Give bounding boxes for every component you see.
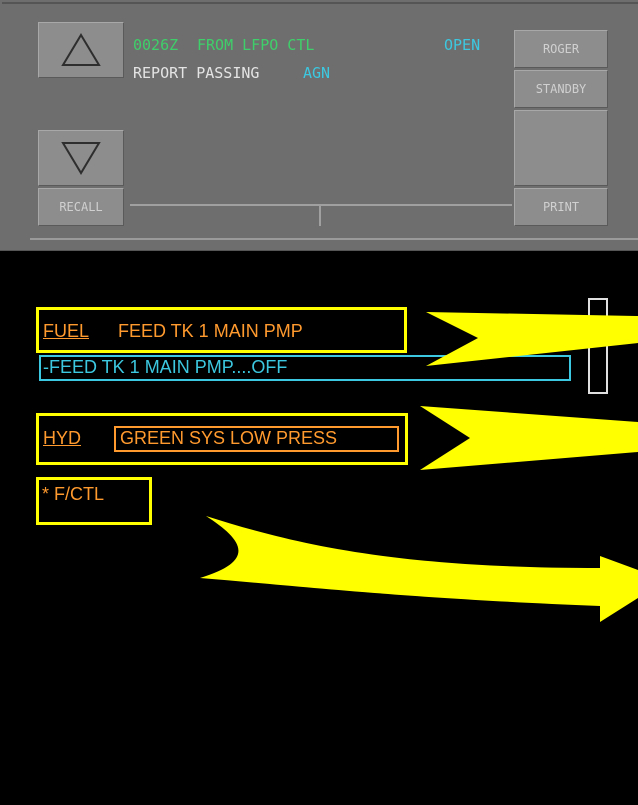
message-status: OPEN [444, 36, 481, 54]
bottom-rule [30, 238, 638, 240]
scroll-indicator [588, 298, 608, 394]
scroll-down-button[interactable] [38, 130, 124, 186]
dcdu-panel: RECALL ROGER STANDBY PRINT 0026Z FROM LF… [0, 0, 638, 251]
message-origin: FROM LFPO CTL [197, 36, 315, 54]
blank-button[interactable] [514, 110, 608, 186]
message-text: REPORT PASSING [133, 64, 260, 82]
arrow-fctl-icon [200, 516, 638, 622]
fuel-warning-title: FEED TK 1 MAIN PMP [118, 321, 303, 341]
scroll-up-button[interactable] [38, 22, 124, 78]
hyd-warning-title: GREEN SYS LOW PRESS [120, 428, 338, 448]
fuel-system-label: FUEL [43, 321, 90, 341]
message-time: 0026Z [133, 36, 179, 54]
message-suffix: AGN [303, 64, 331, 82]
hyd-system-label: HYD [43, 428, 82, 448]
triangle-down-icon [61, 142, 101, 175]
divider-tick [319, 204, 321, 226]
triangle-up-icon [61, 33, 101, 66]
fuel-action-line: -FEED TK 1 MAIN PMP....OFF [43, 357, 288, 377]
arrow-hyd-icon [420, 406, 638, 470]
standby-button[interactable]: STANDBY [514, 70, 608, 108]
fctl-label: * F/CTL [42, 484, 105, 504]
divider-line [130, 204, 512, 206]
recall-button[interactable]: RECALL [38, 188, 124, 226]
roger-button[interactable]: ROGER [514, 30, 608, 68]
print-button[interactable]: PRINT [514, 188, 608, 226]
